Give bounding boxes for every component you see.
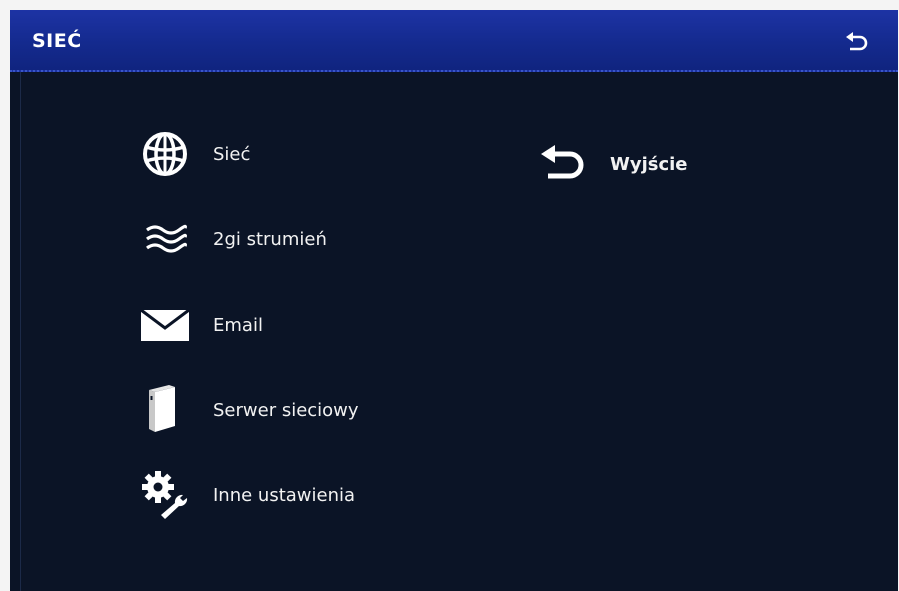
menu-item-siec[interactable]: Sieć	[137, 129, 250, 179]
title-bar: SIEĆ	[10, 10, 898, 72]
menu-item-other-settings[interactable]: Inne ustawienia	[137, 470, 355, 520]
menu-item-label: 2gi strumień	[213, 228, 327, 250]
network-window: SIEĆ Sieć 2gi strumień Email Serwer siec…	[10, 10, 898, 591]
gear-wrench-icon	[137, 470, 193, 520]
menu-item-second-stream[interactable]: 2gi strumień	[137, 214, 327, 264]
menu-item-label: Email	[213, 314, 263, 336]
window-title: SIEĆ	[32, 30, 82, 52]
menu-item-exit[interactable]: Wyjście	[534, 139, 688, 189]
menu-item-label: Inne ustawienia	[213, 484, 356, 506]
menu-item-label: Sieć	[213, 143, 251, 165]
menu-panel: Sieć 2gi strumień Email Serwer sieciowy …	[20, 72, 898, 591]
menu-item-email[interactable]: Email	[137, 300, 263, 350]
server-icon	[137, 385, 193, 435]
menu-item-label: Serwer sieciowy	[213, 399, 359, 421]
globe-icon	[137, 129, 193, 179]
envelope-icon	[137, 300, 193, 350]
menu-item-web-server[interactable]: Serwer sieciowy	[137, 385, 359, 435]
back-arrow-icon[interactable]	[844, 29, 870, 55]
back-arrow-icon	[534, 139, 590, 189]
menu-item-label: Wyjście	[610, 153, 688, 175]
waves-icon	[137, 214, 193, 264]
